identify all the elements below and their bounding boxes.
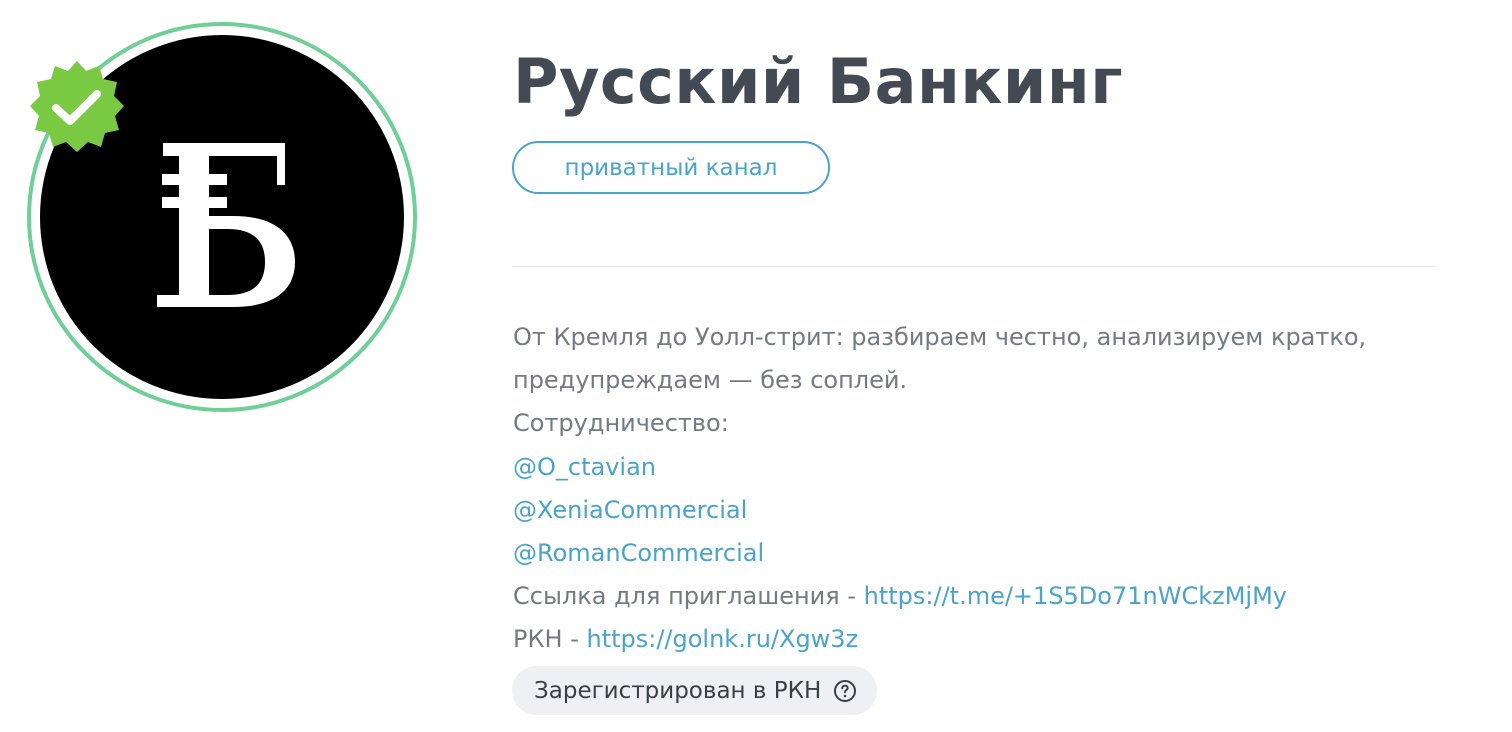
contact-link-roman[interactable]: @RomanCommercial — [513, 539, 764, 567]
description-line: От Кремля до Уолл-стрит: разбираем честн… — [513, 323, 1367, 351]
verified-check-icon — [30, 61, 124, 152]
contact-link-octavian[interactable]: @O_ctavian — [513, 453, 656, 481]
invite-label: Ссылка для приглашения - — [513, 582, 864, 611]
invite-link[interactable]: https://t.me/+1S5Do71nWCkzMjMy — [864, 582, 1287, 610]
channel-avatar[interactable] — [27, 22, 417, 412]
channel-title: Русский Банкинг — [513, 45, 1124, 118]
rkn-label: РКН - — [513, 625, 587, 654]
divider — [512, 266, 1436, 267]
description-line: предупреждаем — без соплей. — [513, 366, 908, 395]
question-circle-icon[interactable] — [833, 679, 857, 703]
contact-link-xenia[interactable]: @XeniaCommercial — [513, 496, 747, 524]
channel-description: От Кремля до Уолл-стрит: разбираем честн… — [513, 316, 1453, 662]
description-line: Сотрудничество: — [513, 409, 729, 438]
private-channel-badge[interactable]: приватный канал — [512, 141, 830, 194]
rkn-link[interactable]: https://golnk.ru/Xgw3z — [586, 625, 858, 653]
rkn-badge-label: Зарегистрирован в РКН — [534, 677, 822, 704]
rkn-registered-badge[interactable]: Зарегистрирован в РКН — [512, 666, 878, 715]
